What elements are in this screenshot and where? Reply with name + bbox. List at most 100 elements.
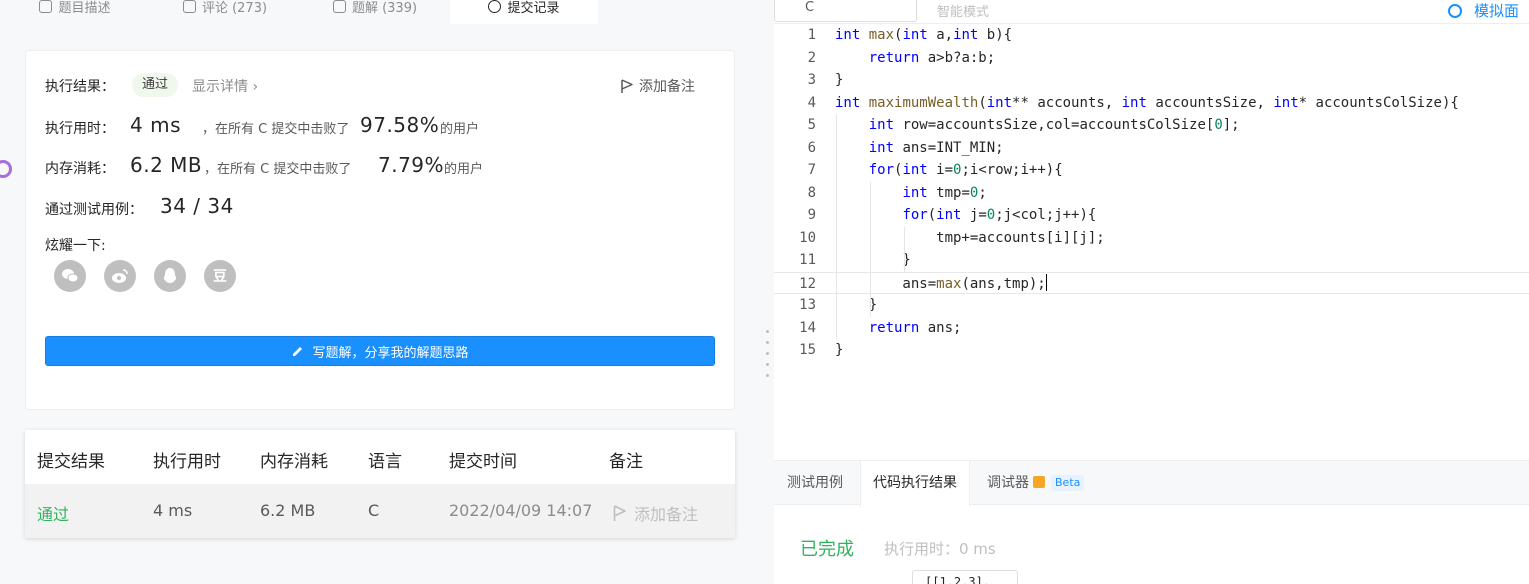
row-submitted: 2022/04/09 14:07	[449, 501, 593, 520]
memory-percent: 7.79%	[378, 153, 445, 177]
line-number: 13	[799, 297, 816, 313]
header-language: 语言	[368, 452, 402, 472]
runtime-percent: 97.58%	[360, 113, 440, 137]
status-badge: 通过	[132, 73, 179, 97]
exec-time: 执行用时：0 ms	[884, 540, 996, 558]
code-line[interactable]: 7 for(int i=0;i<row;i++){	[774, 159, 1529, 182]
runtime-value: 4 ms	[130, 113, 181, 137]
simulate-interview-button[interactable]: 模拟面	[1448, 0, 1519, 21]
code-line[interactable]: 5 int row=accountsSize,col=accountsColSi…	[774, 114, 1529, 137]
tab-description-label: 题目描述	[58, 0, 111, 16]
problem-tabs: 题目描述 评论 (273) 题解 (339) 提交记录	[0, 0, 760, 24]
input-value[interactable]: [[1,2,3],[3,2,1]]	[912, 570, 1018, 584]
code-text: ans=max(ans,tmp);	[835, 273, 1047, 292]
tab-test-cases[interactable]: 测试用例	[787, 461, 843, 506]
flag-icon	[613, 504, 626, 521]
console-tabs: 测试用例 代码执行结果 调试器 Beta	[774, 460, 1529, 507]
run-status: 已完成	[800, 539, 854, 560]
tab-run-result[interactable]: 代码执行结果	[860, 461, 970, 507]
code-line[interactable]: 10 tmp+=accounts[i][j];	[774, 227, 1529, 250]
tab-submissions[interactable]: 提交记录	[450, 0, 598, 24]
simulate-label: 模拟面	[1474, 2, 1520, 20]
text-cursor	[1045, 273, 1047, 291]
code-text: int ans=INT_MIN;	[868, 139, 1004, 156]
tab-comments-label: 评论 (273)	[201, 0, 268, 16]
code-editor[interactable]: 1 int max(int a,int b){2 return a>b?a:b; 3…	[774, 24, 1529, 460]
description-icon	[39, 0, 53, 13]
line-number: 9	[807, 207, 816, 223]
line-number: 4	[807, 94, 816, 111]
grip-dot	[766, 363, 769, 366]
line-number: 5	[807, 117, 816, 133]
result-card: 执行结果： 通过 显示详情 › 添加备注 执行用时： 4 ms ，在所有 C 提…	[25, 50, 735, 410]
code-line[interactable]: 3}	[774, 69, 1529, 92]
line-number: 11	[799, 252, 816, 268]
code-line[interactable]: 1 int max(int a,int b){	[774, 24, 1529, 47]
code-line[interactable]: 11 }	[774, 249, 1529, 272]
memory-suffix: 的用户	[444, 162, 484, 177]
comment-icon	[182, 0, 196, 13]
code-text: }	[835, 72, 844, 88]
header-status: 提交结果	[37, 452, 105, 472]
weibo-icon[interactable]	[104, 260, 136, 292]
tab-solutions-label: 题解 (339)	[351, 0, 418, 16]
line-number: 8	[807, 184, 816, 201]
write-solution-button[interactable]: 写题解，分享我的解题思路	[45, 336, 715, 366]
tests-label: 通过测试用例：	[45, 202, 143, 218]
douban-icon[interactable]: 豆	[204, 260, 236, 292]
code-line[interactable]: 2 return a>b?a:b;	[774, 47, 1529, 70]
code-line[interactable]: 9 for(int j=0;j<col;j++){	[774, 204, 1529, 227]
smart-mode-toggle[interactable]: 智能模式	[937, 1, 989, 20]
code-text: int row=accountsSize,col=accountsColSize…	[868, 117, 1240, 133]
line-number: 10	[799, 229, 816, 246]
tab-comments[interactable]: 评论 (273)	[150, 0, 300, 24]
grip-dot	[766, 352, 769, 355]
line-number: 14	[799, 319, 816, 336]
code-line[interactable]: 15}	[774, 339, 1529, 362]
row-runtime: 4 ms	[153, 501, 193, 520]
code-line[interactable]: 8 int tmp=0;	[774, 182, 1529, 205]
memory-text: ，在所有 C 提交中击败了	[204, 162, 352, 177]
share-icons: 豆	[54, 260, 236, 292]
qq-icon[interactable]	[154, 260, 186, 292]
code-text: }	[835, 342, 844, 358]
row-memory: 6.2 MB	[260, 501, 316, 520]
indent-guide	[869, 181, 871, 317]
wechat-icon[interactable]	[54, 260, 86, 292]
code-line[interactable]: 12 ans=max(ans,tmp);	[774, 271, 1529, 294]
tab-solutions[interactable]: 题解 (339)	[300, 0, 450, 24]
code-text: return ans;	[868, 319, 962, 336]
submissions-table: 提交结果 执行用时 内存消耗 语言 提交时间 备注 通过 4 ms 6.2 MB…	[25, 430, 735, 538]
write-solution-label: 写题解，分享我的解题思路	[312, 345, 469, 361]
language-select[interactable]: C	[774, 0, 917, 22]
memory-value: 6.2 MB	[130, 153, 203, 177]
code-line[interactable]: 4 int maximumWealth(int** accounts, int a…	[774, 92, 1529, 115]
grip-dot	[766, 341, 769, 344]
row-add-note[interactable]: 添加备注	[613, 501, 698, 525]
console-panel: 测试用例 代码执行结果 调试器 Beta 已完成 执行用时：0 ms [[1,2,…	[774, 460, 1529, 584]
floating-helper-icon[interactable]	[0, 160, 12, 178]
add-note-button[interactable]: 添加备注	[621, 76, 695, 96]
code-line[interactable]: 6 int ans=INT_MIN;	[774, 137, 1529, 160]
debugger-label: 调试器	[987, 475, 1029, 491]
line-number: 1	[807, 27, 816, 43]
show-details-link[interactable]: 显示详情 ›	[192, 76, 258, 96]
lock-icon	[1033, 476, 1045, 488]
code-line[interactable]: 14 return ans;	[774, 317, 1529, 340]
row-status[interactable]: 通过	[37, 501, 69, 525]
code-text: return a>b?a:b;	[868, 49, 996, 66]
grip-dot	[766, 374, 769, 377]
runtime-text: ，在所有 C 提交中击败了	[202, 122, 350, 137]
tab-description[interactable]: 题目描述	[0, 0, 150, 24]
panel-resize-handle[interactable]	[760, 0, 774, 584]
memory-label: 内存消耗：	[45, 161, 115, 177]
code-line[interactable]: 13 }	[774, 294, 1529, 317]
table-row[interactable]: 通过 4 ms 6.2 MB C 2022/04/09 14:07 添加备注	[25, 484, 735, 538]
line-number: 12	[799, 275, 816, 292]
share-label: 炫耀一下:	[45, 238, 106, 254]
tab-debugger[interactable]: 调试器 Beta	[987, 461, 1085, 506]
result-label: 执行结果：	[45, 79, 115, 95]
code-text: }	[835, 252, 911, 268]
line-number: 7	[807, 162, 816, 178]
line-number: 6	[807, 139, 816, 156]
